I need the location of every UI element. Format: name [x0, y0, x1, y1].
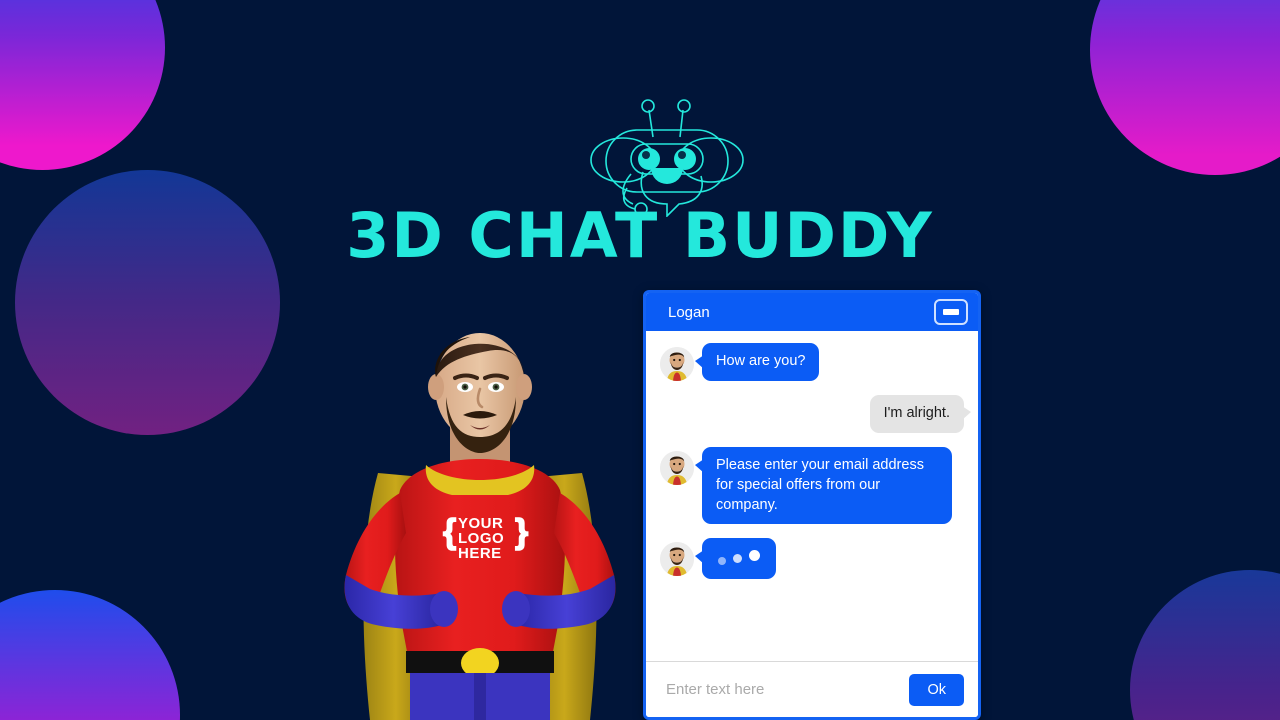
decorative-circle-bottom-right — [1130, 570, 1280, 720]
chat-window-header: Logan — [646, 293, 978, 331]
svg-text:}: } — [515, 513, 528, 551]
page-background: 3D CHAT BUDDY {} YOUR LOGO HERE Logan H… — [0, 0, 1280, 720]
typing-dot — [733, 554, 742, 564]
svg-text:{: { — [443, 513, 456, 551]
decorative-circle-top-right — [1090, 0, 1280, 175]
message-bubble: I'm alright. — [869, 395, 972, 433]
chat-window: Logan How are you? I'm alright. Please e… — [643, 290, 981, 720]
message-bubble: How are you? — [694, 343, 820, 381]
typing-dot — [749, 550, 760, 562]
chat-input-bar: Ok — [646, 661, 978, 717]
send-button[interactable]: Ok — [909, 673, 964, 706]
chat-message — [660, 538, 964, 580]
avatar — [660, 542, 694, 577]
chat-message-list[interactable]: How are you? I'm alright. Please enter y… — [646, 331, 978, 661]
minimize-bar — [943, 309, 959, 315]
message-bubble: Please enter your email address for spec… — [695, 446, 952, 525]
typing-dot — [718, 557, 726, 566]
avatar — [660, 450, 694, 485]
avatar — [660, 347, 694, 381]
chat-contact-name: Logan — [668, 303, 710, 321]
minimize-icon[interactable] — [934, 299, 968, 325]
chat-message: I'm alright. — [660, 395, 972, 433]
page-title: 3D CHAT BUDDY — [346, 199, 934, 272]
decorative-circle-top-left — [0, 0, 165, 170]
svg-text:HERE: HERE — [458, 545, 502, 562]
chat-message: How are you? — [660, 343, 964, 381]
typing-indicator — [695, 538, 776, 580]
chat-message: Please enter your email address for spec… — [660, 446, 964, 525]
3d-superhero-avatar: { } YOUR LOGO HERE — [300, 325, 660, 720]
decorative-circle-bottom-left — [0, 590, 180, 720]
chat-text-input[interactable] — [666, 681, 900, 698]
